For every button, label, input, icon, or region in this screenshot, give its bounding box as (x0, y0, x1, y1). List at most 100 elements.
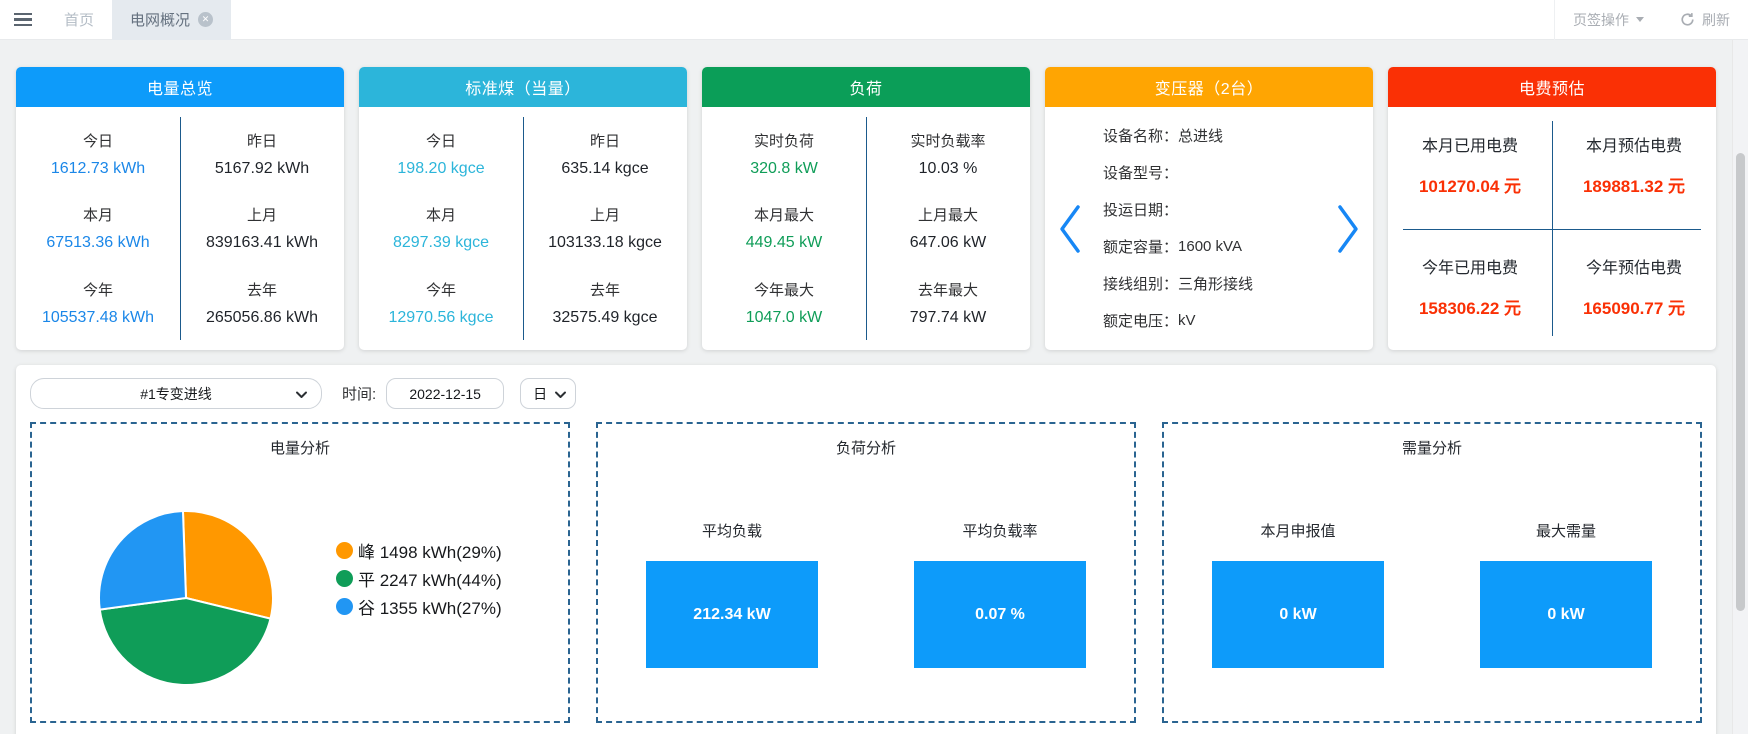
field-value: kV (1178, 312, 1196, 329)
transformer-field: 接线组别：三角形接线 (1103, 265, 1373, 302)
stat-label: 去年 (523, 279, 687, 300)
stat-value: 103133.18 kgce (523, 234, 687, 252)
stat-pair: 昨日635.14 kgce (523, 130, 687, 178)
card-fee-estimate-title: 电费预估 (1388, 67, 1716, 107)
stat-pair: 实时负荷320.8 kW (702, 130, 866, 178)
stat-label: 上月最大 (866, 204, 1030, 225)
tab-grid-overview[interactable]: 电网概况 (112, 0, 231, 40)
stat-value: 198.20 kgce (359, 160, 523, 178)
stat-value: 647.06 kW (866, 234, 1030, 252)
stat-value: 1047.0 kW (702, 309, 866, 327)
stat-pair: 今日198.20 kgce (359, 130, 523, 178)
stat-value: 839163.41 kWh (180, 234, 344, 252)
pie-legend: 峰 1498 kWh(29%) 平 2247 kWh(44%) 谷 1355 k… (336, 536, 502, 620)
hamburger-icon (14, 13, 32, 16)
panel-load-analysis: 负荷分析 平均负载 212.34 kW 平均负载率 0.07 % (596, 422, 1136, 723)
fee-value: 189881.32 元 (1583, 172, 1685, 197)
divider (866, 117, 867, 340)
stat-pair: 上月 839163.41 kWh (180, 204, 344, 252)
fee-label: 本月已用电费 (1422, 132, 1518, 156)
fee-label: 今年已用电费 (1422, 254, 1518, 278)
scrollbar[interactable] (1732, 40, 1748, 734)
legend-dot (336, 542, 353, 559)
field-label: 额定容量： (1103, 236, 1178, 257)
stat-value: 797.74 kW (866, 309, 1030, 327)
fee-cell: 本月预估电费189881.32 元 (1552, 107, 1716, 229)
chevron-down-icon (554, 391, 567, 399)
granularity-select-value: 日 (533, 384, 547, 404)
stat-label: 实时负载率 (866, 130, 1030, 151)
time-label: 时间: (342, 383, 376, 404)
carousel-next-button[interactable] (1335, 204, 1361, 254)
fee-cell: 今年已用电费158306.22 元 (1388, 229, 1552, 351)
tab-actions-button[interactable]: 页签操作 (1554, 0, 1662, 40)
tab-grid-overview-label: 电网概况 (130, 9, 190, 30)
panel-demand-analysis: 需量分析 本月申报值 0 kW 最大需量 0 kW (1162, 422, 1702, 723)
card-standard-coal: 标准煤（当量） 今日198.20 kgce 本月8297.39 kgce 今年1… (359, 67, 687, 350)
legend-dot (336, 598, 353, 615)
stat-label: 本月 (359, 204, 523, 225)
legend-item-valley: 谷 1355 kWh(27%) (336, 592, 502, 620)
panel-demand-analysis-title: 需量分析 (1164, 424, 1700, 458)
stat-label: 上月 (523, 204, 687, 225)
stat-label: 今年 (16, 279, 180, 300)
field-value: 三角形接线 (1178, 273, 1253, 294)
divider (1403, 229, 1701, 230)
carousel-prev-button[interactable] (1057, 204, 1083, 254)
fee-value: 165090.77 元 (1583, 294, 1685, 319)
stat-value: 265056.86 kWh (180, 309, 344, 327)
transformer-field: 设备型号： (1103, 154, 1373, 191)
menu-toggle-button[interactable] (0, 0, 46, 40)
field-label: 设备型号： (1103, 162, 1178, 183)
legend-item-flat: 平 2247 kWh(44%) (336, 564, 502, 592)
fee-value: 101270.04 元 (1419, 172, 1521, 197)
metric-declared-value: 本月申报值 0 kW (1164, 520, 1432, 668)
date-input[interactable] (386, 378, 504, 409)
metric-avg-load: 平均负载 212.34 kW (598, 520, 866, 668)
stat-pair: 去年最大 797.74 kW (866, 279, 1030, 327)
stat-value: 32575.49 kgce (523, 309, 687, 327)
panel-load-analysis-title: 负荷分析 (598, 424, 1134, 458)
analysis-section: #1专变进线 时间: 日 电量分析 峰 1498 kWh(29%) 平 2247… (16, 365, 1716, 734)
stat-label: 去年 (180, 279, 344, 300)
energy-pie-chart (96, 508, 276, 688)
field-value: 总进线 (1178, 125, 1223, 146)
pie-slice-谷 (99, 511, 186, 610)
stat-pair: 上月 103133.18 kgce (523, 204, 687, 252)
metric-label: 平均负载 (598, 520, 866, 541)
scrollbar-thumb[interactable] (1736, 153, 1745, 611)
refresh-icon (1680, 12, 1695, 27)
metric-avg-load-rate: 平均负载率 0.07 % (866, 520, 1134, 668)
metric-value-box: 0.07 % (914, 561, 1086, 668)
stat-label: 去年最大 (866, 279, 1030, 300)
stat-label: 上月 (180, 204, 344, 225)
fee-cell: 今年预估电费165090.77 元 (1552, 229, 1716, 351)
fee-cell: 本月已用电费 101270.04 元 (1388, 107, 1552, 229)
stat-label: 今年最大 (702, 279, 866, 300)
line-select[interactable]: #1专变进线 (30, 378, 322, 409)
field-label: 额定电压： (1103, 310, 1178, 331)
stat-pair: 本月最大449.45 kW (702, 204, 866, 252)
granularity-select[interactable]: 日 (520, 378, 576, 409)
card-energy-overview: 电量总览 今日1612.73 kWh 本月67513.36 kWh 今年1055… (16, 67, 344, 350)
metric-value-box: 212.34 kW (646, 561, 818, 668)
field-label: 接线组别： (1103, 273, 1178, 294)
field-label: 投运日期： (1103, 199, 1178, 220)
close-icon[interactable] (198, 12, 213, 27)
card-fee-estimate: 电费预估 本月已用电费 101270.04 元 本月预估电费189881.32 元… (1388, 67, 1716, 350)
tab-home[interactable]: 首页 (46, 0, 112, 40)
stat-pair: 去年 265056.86 kWh (180, 279, 344, 327)
stat-label: 今日 (16, 130, 180, 151)
stat-value: 8297.39 kgce (359, 234, 523, 252)
stat-value: 12970.56 kgce (359, 309, 523, 327)
stat-pair: 去年 32575.49 kgce (523, 279, 687, 327)
stat-value: 5167.92 kWh (180, 160, 344, 178)
stat-pair: 实时负载率10.03 % (866, 130, 1030, 178)
stat-label: 实时负荷 (702, 130, 866, 151)
refresh-button[interactable]: 刷新 (1662, 0, 1748, 40)
stat-pair: 今年最大 1047.0 kW (702, 279, 866, 327)
metric-value-box: 0 kW (1480, 561, 1652, 668)
divider (180, 117, 181, 340)
card-transformer-title: 变压器（2台） (1045, 67, 1373, 107)
stat-value: 67513.36 kWh (16, 234, 180, 252)
